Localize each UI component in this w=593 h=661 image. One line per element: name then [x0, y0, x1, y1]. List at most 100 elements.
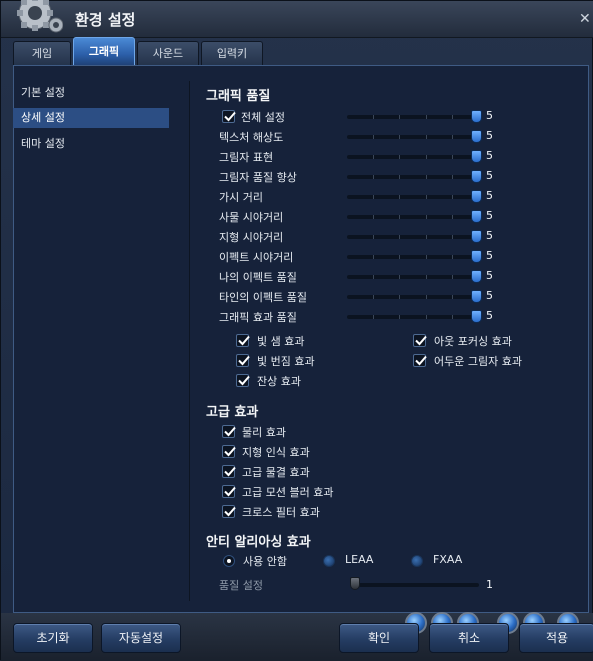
advanced-effect-0-checkbox[interactable]	[222, 425, 236, 438]
ok-button[interactable]: 확인	[339, 623, 419, 653]
auto-settings-button[interactable]: 자동설정	[101, 623, 181, 653]
quality-slider-thumb[interactable]	[471, 150, 482, 163]
slider-tick	[399, 115, 400, 119]
quality-slider-thumb[interactable]	[471, 270, 482, 283]
quality-slider-track[interactable]	[347, 135, 478, 139]
quality-slider-track[interactable]	[347, 255, 478, 259]
quality-row-value: 5	[486, 169, 493, 182]
slider-tick	[373, 215, 374, 219]
apply-button[interactable]: 적용	[519, 623, 593, 653]
quality-slider-thumb[interactable]	[471, 310, 482, 323]
quality-row-value: 5	[486, 129, 493, 142]
slider-tick	[399, 255, 400, 259]
quality-slider-track[interactable]	[347, 235, 478, 239]
slider-tick	[399, 275, 400, 279]
divider	[189, 81, 190, 601]
gear-icon	[17, 0, 63, 33]
slider-tick	[373, 295, 374, 299]
tab-input[interactable]: 입력키	[201, 41, 263, 66]
quality-slider-track[interactable]	[347, 215, 478, 219]
quality-slider-thumb[interactable]	[471, 210, 482, 223]
quality-row-label: 지형 시야거리	[219, 231, 284, 244]
tab-sound[interactable]: 사운드	[137, 41, 199, 66]
section-antialiasing: 안티 알리아싱 효과	[206, 535, 311, 550]
advanced-effect-0-label: 물리 효과	[242, 426, 286, 439]
effect-right-0-label: 아웃 포커싱 효과	[434, 335, 512, 348]
effect-right-0-checkbox[interactable]	[413, 334, 427, 347]
slider-tick	[426, 255, 427, 259]
slider-tick	[452, 155, 453, 159]
checkmark-icon	[238, 335, 250, 346]
aa-leaa-radio[interactable]	[323, 555, 335, 567]
cancel-button[interactable]: 취소	[429, 623, 509, 653]
effect-right-1-checkbox[interactable]	[413, 354, 427, 367]
quality-slider-thumb[interactable]	[471, 230, 482, 243]
quality-slider-thumb[interactable]	[471, 250, 482, 263]
slider-tick	[426, 275, 427, 279]
effect-left-0-checkbox[interactable]	[236, 334, 250, 347]
quality-row-label: 가시 거리	[219, 191, 263, 204]
section-graphics-quality: 그래픽 품질	[206, 89, 271, 104]
slider-tick	[399, 175, 400, 179]
title-bar[interactable]: 환경 설정 ✕	[1, 0, 593, 38]
slider-tick	[426, 175, 427, 179]
overall-setting-checkbox[interactable]	[222, 110, 236, 123]
checkmark-icon	[224, 466, 236, 477]
quality-row-value: 5	[486, 229, 493, 242]
slider-tick	[452, 215, 453, 219]
sidebar-item-detail[interactable]: 상세 설정	[13, 108, 169, 128]
quality-slider-track[interactable]	[347, 175, 478, 179]
effect-left-2-checkbox[interactable]	[236, 374, 250, 387]
aa-quality-label: 품질 설정	[219, 579, 263, 592]
aa-quality-value: 1	[486, 578, 493, 591]
tab-graphics[interactable]: 그래픽	[73, 37, 135, 66]
quality-slider-thumb[interactable]	[471, 170, 482, 183]
sidebar-item-theme[interactable]: 테마 설정	[13, 134, 169, 154]
checkmark-icon	[415, 355, 427, 366]
quality-row-label: 이펙트 시야거리	[219, 251, 294, 264]
slider-tick	[373, 115, 374, 119]
close-icon[interactable]: ✕	[579, 11, 591, 27]
quality-slider-thumb[interactable]	[471, 290, 482, 303]
checkmark-icon	[224, 446, 236, 457]
quality-slider-thumb[interactable]	[471, 110, 482, 123]
advanced-effect-4-checkbox[interactable]	[222, 505, 236, 518]
aa-fxaa-radio[interactable]	[411, 555, 423, 567]
advanced-effect-3-label: 고급 모션 블러 효과	[242, 486, 334, 499]
slider-tick	[373, 175, 374, 179]
advanced-effect-1-checkbox[interactable]	[222, 445, 236, 458]
aa-quality-slider-thumb[interactable]	[350, 577, 360, 590]
slider-tick	[426, 235, 427, 239]
effect-right-1-label: 어두운 그림자 효과	[434, 355, 522, 368]
slider-tick	[452, 255, 453, 259]
quality-row-label: 그림자 품질 향상	[219, 171, 297, 184]
settings-window: 환경 설정 ✕ 게임 그래픽 사운드 입력키 기본 설정 상세 설정 테마 설정…	[0, 0, 593, 661]
sidebar-item-basic[interactable]: 기본 설정	[13, 83, 169, 103]
checkmark-icon	[224, 426, 236, 437]
quality-slider-track[interactable]	[347, 115, 478, 119]
quality-slider-track[interactable]	[347, 195, 478, 199]
slider-tick	[452, 235, 453, 239]
quality-row-value: 5	[486, 269, 493, 282]
quality-slider-thumb[interactable]	[471, 190, 482, 203]
quality-row-label: 그림자 표현	[219, 151, 274, 164]
quality-slider-track[interactable]	[347, 275, 478, 279]
quality-slider-thumb[interactable]	[471, 130, 482, 143]
quality-row-label: 사물 시야거리	[219, 211, 284, 224]
checkmark-icon	[224, 111, 236, 122]
effect-left-0-label: 빛 샘 효과	[257, 335, 305, 348]
advanced-effect-3-checkbox[interactable]	[222, 485, 236, 498]
quality-slider-track[interactable]	[347, 295, 478, 299]
aa-none-radio[interactable]	[223, 555, 235, 567]
aa-quality-track[interactable]	[351, 583, 479, 587]
advanced-effect-2-checkbox[interactable]	[222, 465, 236, 478]
tab-game[interactable]: 게임	[13, 41, 71, 66]
effect-left-1-checkbox[interactable]	[236, 354, 250, 367]
quality-slider-track[interactable]	[347, 315, 478, 319]
quality-slider-track[interactable]	[347, 155, 478, 159]
quality-row-value: 5	[486, 209, 493, 222]
slider-tick	[426, 155, 427, 159]
effect-left-2-label: 잔상 효과	[257, 375, 301, 388]
slider-tick	[452, 175, 453, 179]
reset-button[interactable]: 초기화	[13, 623, 93, 653]
